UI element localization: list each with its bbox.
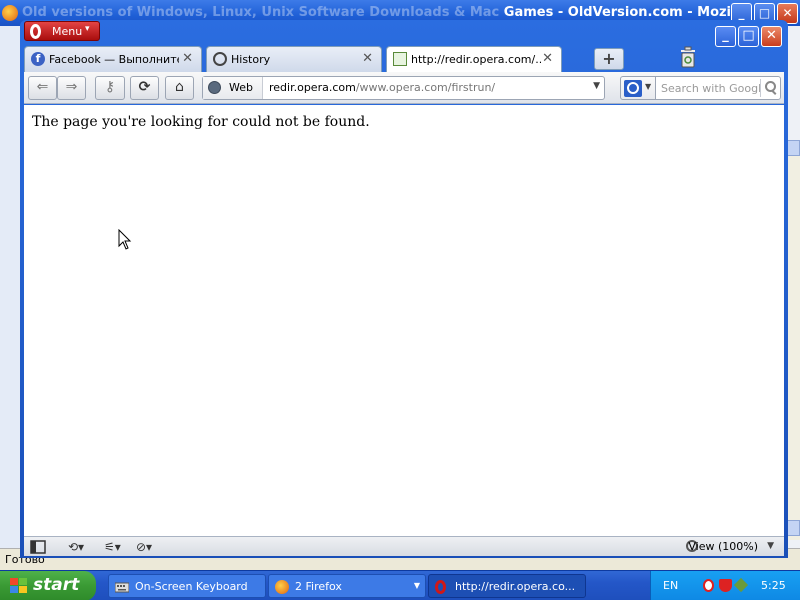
mouse-cursor-icon [118, 229, 132, 250]
start-label: start [33, 575, 80, 595]
tab-close-icon[interactable]: ✕ [362, 51, 373, 66]
tab-label: History [231, 53, 271, 66]
taskbar-item-label: http://redir.opera.co... [455, 580, 576, 593]
error-message: The page you're looking for could not be… [32, 114, 370, 130]
web-badge[interactable]: Web [203, 77, 263, 99]
url-path: /www.opera.com/firstrun/ [355, 81, 496, 94]
language-indicator[interactable]: EN [663, 579, 678, 592]
tab-label: http://redir.opera.com/... [411, 53, 541, 66]
opera-statusbar: ⟲▾ ⚟▾ ⊘▾ View (100%) ▼ [24, 536, 784, 556]
tab-close-icon[interactable]: ✕ [542, 51, 553, 66]
reload-button[interactable]: ⟳ [130, 76, 159, 100]
taskbar: start On-Screen Keyboard 2 Firefox ▼ htt… [0, 570, 800, 600]
windows-logo-icon [10, 578, 28, 594]
maximize-button[interactable]: □ [738, 26, 759, 47]
new-tab-button[interactable]: + [594, 48, 624, 70]
taskbar-item-opera[interactable]: http://redir.opera.co... [428, 574, 586, 598]
background-window-title: Old versions of Windows, Linux, Unix Sof… [22, 5, 769, 20]
chevron-down-icon: ▾ [85, 24, 90, 34]
wand-key-button[interactable]: ⚷ [95, 76, 125, 100]
navigation-toolbar: ⇐ ⇒ ⚷ ⟳ ⌂ Web redir.opera.com/www.opera.… [24, 72, 784, 104]
minimize-button[interactable]: _ [715, 26, 736, 47]
zoom-level[interactable]: View (100%) [688, 540, 758, 553]
globe-icon [208, 81, 221, 94]
network-icon[interactable] [733, 577, 749, 593]
page-icon [393, 52, 407, 66]
taskbar-item-label: 2 Firefox [295, 580, 342, 593]
forward-button[interactable]: ⇒ [57, 76, 86, 100]
home-button[interactable]: ⌂ [165, 76, 194, 100]
background-scroll-up-button[interactable] [786, 140, 800, 156]
search-box[interactable] [655, 76, 781, 100]
shield-icon[interactable] [719, 579, 732, 592]
tab-label: Facebook — Выполните... [49, 53, 179, 66]
opera-menu-label: Menu [52, 25, 83, 38]
clock[interactable]: 5:25 [761, 579, 786, 592]
keyboard-icon [115, 582, 129, 593]
taskbar-item-firefox[interactable]: 2 Firefox ▼ [268, 574, 426, 598]
chevron-down-icon[interactable]: ▼ [767, 541, 774, 551]
url-host: redir.opera.com [269, 81, 356, 94]
opera-window: Menu ▾ _ □ ✕ f Facebook — Выполните... ✕… [20, 20, 788, 558]
start-button[interactable]: start [0, 571, 96, 600]
background-scroll-down-button[interactable] [786, 520, 800, 536]
tab-redir-opera[interactable]: http://redir.opera.com/... ✕ [386, 46, 562, 73]
history-icon [213, 52, 227, 66]
turbo-icon[interactable]: ⊘▾ [136, 539, 152, 555]
search-engine-selector[interactable]: ▼ [620, 76, 656, 100]
opera-tray-icon[interactable] [703, 579, 714, 592]
firefox-icon [2, 5, 18, 21]
opera-logo-icon [30, 24, 41, 39]
chevron-down-icon: ▼ [645, 82, 652, 91]
page-content: The page you're looking for could not be… [24, 105, 784, 536]
background-scrollbar[interactable] [786, 140, 800, 540]
trash-icon[interactable] [679, 46, 697, 68]
url-text[interactable]: redir.opera.com/www.opera.com/firstrun/ [269, 81, 495, 94]
close-button[interactable]: ✕ [761, 26, 782, 47]
search-icon[interactable] [760, 79, 778, 97]
search-engine-icon [624, 80, 642, 97]
taskbar-item-label: On-Screen Keyboard [135, 580, 248, 593]
opera-icon [435, 580, 446, 594]
unite-icon[interactable]: ⚟▾ [104, 539, 121, 555]
chevron-down-icon: ▼ [413, 581, 420, 590]
tab-close-icon[interactable]: ✕ [182, 51, 193, 66]
opera-menu-button[interactable]: Menu ▾ [24, 21, 100, 41]
tab-facebook[interactable]: f Facebook — Выполните... ✕ [24, 46, 202, 72]
panel-toggle-icon[interactable] [30, 539, 46, 555]
sync-icon[interactable]: ⟲▾ [68, 539, 84, 555]
firefox-icon [275, 580, 289, 594]
tab-history[interactable]: History ✕ [206, 46, 382, 72]
address-dropdown-icon[interactable]: ▼ [593, 81, 600, 91]
search-input[interactable] [656, 77, 760, 99]
system-tray: EN 5:25 [650, 571, 800, 600]
facebook-icon: f [31, 52, 45, 66]
address-bar[interactable]: Web redir.opera.com/www.opera.com/firstr… [202, 76, 605, 100]
web-label: Web [229, 81, 253, 94]
tab-bar: f Facebook — Выполните... ✕ History ✕ ht… [24, 46, 784, 73]
back-button[interactable]: ⇐ [28, 76, 57, 100]
taskbar-item-keyboard[interactable]: On-Screen Keyboard [108, 574, 266, 598]
